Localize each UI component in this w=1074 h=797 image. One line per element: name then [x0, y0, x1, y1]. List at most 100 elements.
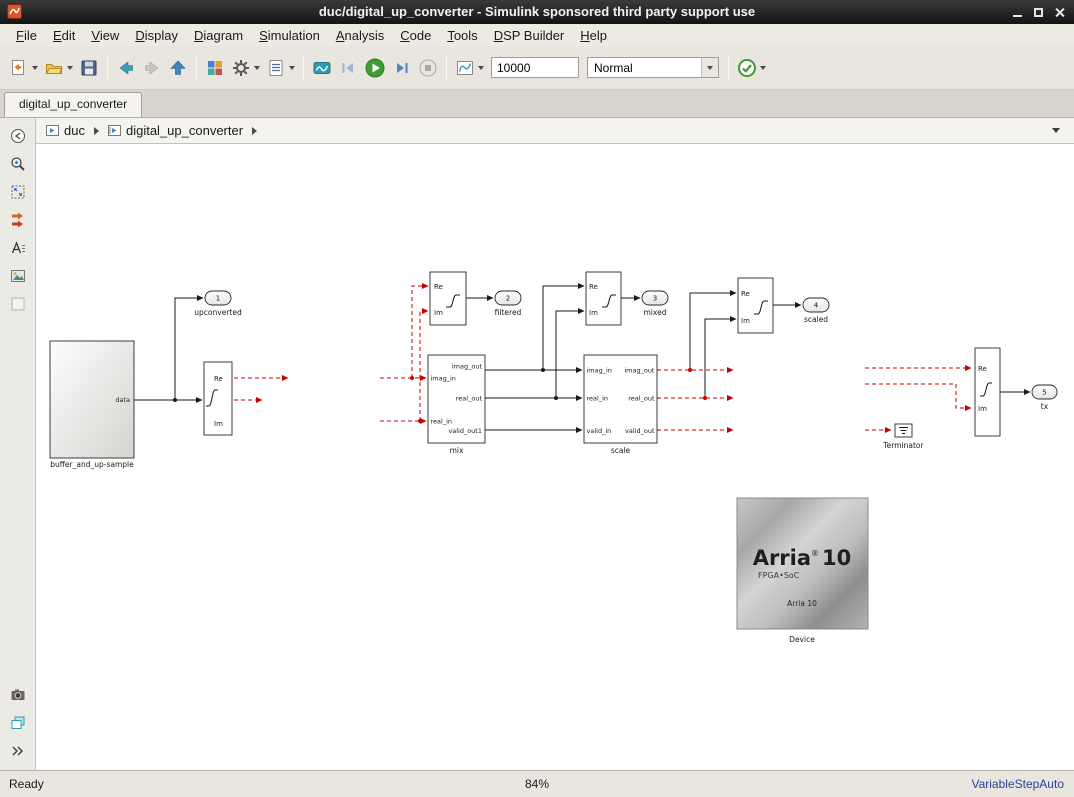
- svg-text:data: data: [115, 396, 130, 404]
- scope-button[interactable]: [452, 53, 487, 83]
- menu-item-dsp-builder[interactable]: DSP Builder: [486, 26, 573, 45]
- svg-text:imag_out: imag_out: [624, 367, 655, 375]
- menu-item-analysis[interactable]: Analysis: [328, 26, 392, 45]
- new-model-button[interactable]: [6, 53, 41, 83]
- highlighted-signal-wire[interactable]: [420, 311, 428, 421]
- save-model-button[interactable]: [76, 53, 102, 83]
- scope-plot-icon: [455, 58, 475, 78]
- back-button[interactable]: [113, 53, 139, 83]
- model-advisor-button[interactable]: [734, 53, 769, 83]
- wire-junction: [173, 398, 177, 402]
- menu-item-view[interactable]: View: [83, 26, 127, 45]
- signal-wire[interactable]: [556, 311, 584, 398]
- annotation-icon: [9, 239, 27, 257]
- svg-text:valid_in: valid_in: [587, 427, 612, 435]
- mix-block[interactable]: imag_out imag_in real_out real_in valid_…: [428, 355, 485, 455]
- breadcrumb: duc digital_up_converter: [36, 118, 1074, 144]
- device-block[interactable]: Arria®10 FPGA•SoC Arria 10 Device: [737, 498, 868, 644]
- svg-text:real_out: real_out: [628, 395, 655, 403]
- complex-split-block[interactable]: Re Im: [204, 362, 232, 435]
- svg-text:filtered: filtered: [495, 308, 522, 317]
- reim-block-tx[interactable]: Re Im: [975, 348, 1000, 436]
- dropdown-caret-icon: [478, 66, 484, 70]
- menu-item-simulation[interactable]: Simulation: [251, 26, 328, 45]
- window-title: duc/digital_up_converter - Simulink spon…: [0, 4, 1074, 19]
- image-button[interactable]: [5, 263, 31, 289]
- new-model-icon: [9, 58, 29, 78]
- model-config-button[interactable]: [228, 53, 263, 83]
- open-model-button[interactable]: [41, 53, 76, 83]
- stop-button[interactable]: [415, 53, 441, 83]
- dropdown-caret-icon: [760, 66, 766, 70]
- outport-tx[interactable]: 5 tx: [1032, 385, 1057, 411]
- model-notes-button[interactable]: [263, 53, 298, 83]
- step-forward-button[interactable]: [389, 53, 415, 83]
- outport-filtered[interactable]: 2 filtered: [495, 291, 522, 317]
- svg-text:Im: Im: [978, 405, 987, 413]
- dropdown-caret-icon: [289, 66, 295, 70]
- dropdown-caret-icon: [707, 66, 713, 70]
- highlighted-signal-wire[interactable]: [865, 384, 971, 408]
- forward-button[interactable]: [139, 53, 165, 83]
- update-diagram-button[interactable]: [5, 207, 31, 233]
- svg-text:Re: Re: [978, 365, 987, 373]
- tab-digital-up-converter[interactable]: digital_up_converter: [4, 92, 142, 117]
- signal-wire[interactable]: [543, 286, 584, 370]
- signal-wire[interactable]: [690, 293, 736, 370]
- scale-block[interactable]: imag_in imag_out real_in real_out valid_…: [584, 355, 657, 455]
- expand-palette-button[interactable]: [5, 738, 31, 764]
- menu-item-display[interactable]: Display: [127, 26, 186, 45]
- outport-upconverted[interactable]: 1 upconverted: [194, 291, 242, 317]
- reim-block-mixed[interactable]: Re Im: [586, 272, 621, 325]
- explorer-toggle-button[interactable]: [5, 123, 31, 149]
- menu-item-help[interactable]: Help: [572, 26, 615, 45]
- model-icon: [46, 124, 59, 137]
- menu-item-file[interactable]: File: [8, 26, 45, 45]
- maximize-button[interactable]: [1028, 3, 1049, 21]
- wire-junction: [554, 396, 558, 400]
- viewmarks-button[interactable]: [5, 710, 31, 736]
- wire-junction: [541, 368, 545, 372]
- svg-text:Device: Device: [789, 635, 815, 644]
- breadcrumb-dropdown-button[interactable]: [1052, 128, 1060, 133]
- menu-item-code[interactable]: Code: [392, 26, 439, 45]
- up-button[interactable]: [165, 53, 191, 83]
- sim-mode-value: Normal: [588, 61, 701, 75]
- fit-view-button[interactable]: [5, 179, 31, 205]
- outport-scaled[interactable]: 4 scaled: [803, 298, 829, 324]
- step-back-button[interactable]: [335, 53, 361, 83]
- outport-mixed[interactable]: 3 mixed: [642, 291, 668, 317]
- screenshot-button[interactable]: [5, 682, 31, 708]
- sim-mode-dropdown-button[interactable]: [701, 58, 718, 77]
- chevrons-right-icon: [9, 742, 27, 760]
- terminator-block[interactable]: Terminator: [882, 424, 924, 450]
- data-inspector-button[interactable]: [309, 53, 335, 83]
- zoom-button[interactable]: [5, 151, 31, 177]
- layers-icon: [9, 714, 27, 732]
- minimize-button[interactable]: [1007, 3, 1028, 21]
- run-button[interactable]: [361, 53, 389, 83]
- svg-text:real_in: real_in: [587, 395, 609, 403]
- svg-text:valid_out: valid_out: [625, 427, 655, 435]
- sim-mode-select[interactable]: Normal: [587, 57, 719, 78]
- reim-block-filtered[interactable]: Re Im: [430, 272, 466, 325]
- back-arrow-icon: [116, 58, 136, 78]
- annotation-button[interactable]: [5, 235, 31, 261]
- menu-item-edit[interactable]: Edit: [45, 26, 83, 45]
- model-diagram[interactable]: data buffer_and_up-sample Re Im 1: [36, 144, 1074, 770]
- signal-wire[interactable]: [705, 319, 736, 398]
- tab-bar: digital_up_converter: [0, 90, 1074, 118]
- close-button[interactable]: [1049, 3, 1070, 21]
- buffer-block[interactable]: data buffer_and_up-sample: [50, 341, 134, 469]
- menu-item-diagram[interactable]: Diagram: [186, 26, 251, 45]
- svg-text:Re: Re: [741, 290, 750, 298]
- model-canvas-area[interactable]: data buffer_and_up-sample Re Im 1: [36, 144, 1074, 770]
- library-browser-button[interactable]: [202, 53, 228, 83]
- area-box-button[interactable]: [5, 291, 31, 317]
- breadcrumb-item-digital-up-converter[interactable]: digital_up_converter: [106, 122, 245, 139]
- notes-icon: [266, 58, 286, 78]
- stop-time-input[interactable]: [491, 57, 579, 78]
- reim-block-scaled[interactable]: Re Im: [738, 278, 773, 333]
- menu-item-tools[interactable]: Tools: [439, 26, 485, 45]
- breadcrumb-item-duc[interactable]: duc: [44, 122, 87, 139]
